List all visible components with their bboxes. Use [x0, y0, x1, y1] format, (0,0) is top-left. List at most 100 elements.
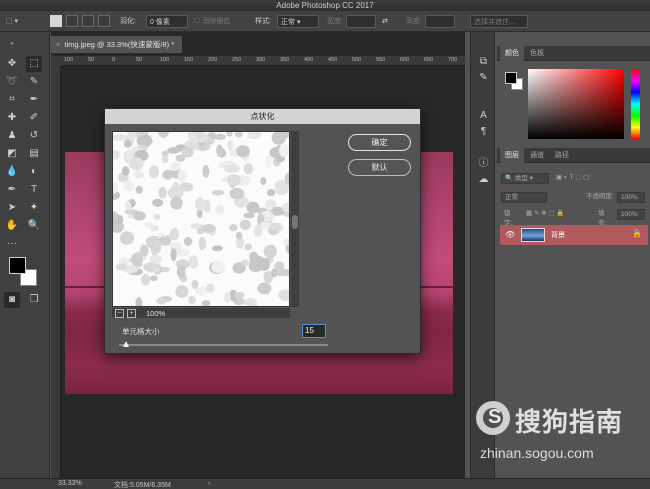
- new-selection-button[interactable]: [50, 15, 62, 27]
- pen-tool-icon[interactable]: ✒: [4, 182, 20, 198]
- zoom-tool-icon[interactable]: 🔍: [26, 218, 42, 234]
- dodge-tool-icon[interactable]: ◐: [26, 164, 42, 180]
- swap-dimensions-icon[interactable]: ⇄: [382, 15, 388, 28]
- document-tab[interactable]: × timg.jpeg @ 33.3%(快速蒙版/8) *: [51, 36, 183, 53]
- more-tools-icon[interactable]: ···: [4, 236, 20, 252]
- ruler-tick: 300: [256, 57, 266, 63]
- status-arrow-icon[interactable]: ›: [208, 480, 210, 487]
- pointillize-cell: [119, 231, 135, 245]
- zoom-readout[interactable]: 33.33%: [58, 480, 82, 487]
- preview-scroll-thumb[interactable]: [292, 215, 298, 229]
- opacity-label: 不透明度:: [586, 193, 614, 200]
- select-and-mask-button[interactable]: 选择并遮住...: [470, 15, 528, 28]
- pointillize-cell: [234, 132, 244, 138]
- feather-input[interactable]: 0 像素: [146, 15, 188, 28]
- pointillize-cell: [138, 138, 153, 145]
- pointillize-cell: [175, 285, 189, 298]
- history-brush-tool-icon[interactable]: ↺: [26, 128, 42, 144]
- pointillize-cell: [177, 169, 187, 183]
- layers-footer-icons[interactable]: [497, 471, 650, 478]
- close-tab-icon[interactable]: ×: [56, 40, 60, 49]
- pointillize-cell: [123, 140, 132, 148]
- tab-layers[interactable]: 图层: [500, 148, 524, 163]
- width-input[interactable]: [346, 15, 376, 28]
- crop-tool-icon[interactable]: ⌗: [4, 92, 20, 108]
- quick-mask-mode-icon[interactable]: ◙: [4, 292, 20, 308]
- cell-size-input[interactable]: 15: [302, 324, 326, 338]
- gradient-tool-icon[interactable]: ▤: [26, 146, 42, 162]
- lasso-tool-icon[interactable]: ➰: [4, 74, 20, 90]
- style-select[interactable]: 正常 ▾: [277, 15, 319, 28]
- character-panel-icon[interactable]: A: [476, 108, 491, 123]
- pointillize-cell: [265, 155, 272, 168]
- pointillize-cell: [129, 157, 144, 171]
- clone-stamp-tool-icon[interactable]: ♟: [4, 128, 20, 144]
- move-tool-icon[interactable]: ✥: [4, 56, 20, 72]
- hue-slider[interactable]: [631, 69, 640, 139]
- ruler-tick: 450: [328, 57, 338, 63]
- fill-input[interactable]: 100%: [617, 209, 645, 220]
- history-panel-icon[interactable]: ⧉: [476, 54, 491, 69]
- paragraph-panel-icon[interactable]: ¶: [476, 124, 491, 139]
- panel-foreground-swatch[interactable]: [505, 72, 517, 84]
- color-field[interactable]: [528, 69, 624, 139]
- blur-tool-icon[interactable]: 💧: [4, 164, 20, 180]
- intersect-selection-button[interactable]: [98, 15, 110, 27]
- add-selection-button[interactable]: [66, 15, 78, 27]
- tab-color[interactable]: 颜色: [500, 46, 524, 61]
- preview-horizontal-scrollbar[interactable]: [112, 308, 290, 318]
- blend-mode-select[interactable]: 正常: [501, 192, 547, 203]
- info-panel-icon[interactable]: ⓘ: [476, 156, 491, 171]
- preview-vertical-scrollbar[interactable]: [291, 131, 299, 307]
- libraries-panel-icon[interactable]: ☁: [476, 172, 491, 187]
- screen-mode-icon[interactable]: ❐: [26, 292, 42, 308]
- pointillize-cell: [139, 244, 149, 257]
- hand-tool-icon[interactable]: ✋: [4, 218, 20, 234]
- ok-button[interactable]: 确定: [348, 134, 411, 151]
- cell-size-slider-knob[interactable]: [123, 341, 129, 347]
- sogou-logo-letter: S: [488, 406, 502, 428]
- ruler-origin[interactable]: [51, 56, 61, 66]
- default-button[interactable]: 默认: [348, 159, 411, 176]
- pointillize-cell: [249, 255, 265, 269]
- brush-tool-icon[interactable]: ✐: [26, 110, 42, 126]
- cell-size-slider[interactable]: [119, 344, 328, 346]
- healing-brush-tool-icon[interactable]: ✚: [4, 110, 20, 126]
- layer-filter-icons[interactable]: ▣ ◐ T ⬚ ▢: [553, 173, 643, 184]
- feather-label: 羽化:: [120, 18, 136, 25]
- marquee-tool-icon[interactable]: ⬚: [26, 56, 42, 72]
- antialias-checkbox[interactable]: ☐ 消除锯齿: [194, 15, 230, 28]
- eyedropper-tool-icon[interactable]: ✒: [26, 92, 42, 108]
- vertical-ruler[interactable]: [51, 66, 61, 478]
- layer-kind-filter[interactable]: 🔍 类型 ▾: [501, 173, 549, 184]
- toolbar-collapse-icon[interactable]: »: [4, 36, 20, 52]
- horizontal-ruler[interactable]: 100 50 0 50 100 150 200 250 300 350 400 …: [61, 56, 465, 66]
- path-selection-tool-icon[interactable]: ➤: [4, 200, 20, 216]
- subtract-selection-button[interactable]: [82, 15, 94, 27]
- eraser-tool-icon[interactable]: ◩: [4, 146, 20, 162]
- custom-shape-tool-icon[interactable]: ✦: [26, 200, 42, 216]
- pointillize-cell: [206, 283, 215, 293]
- height-input[interactable]: [425, 15, 455, 28]
- opacity-input[interactable]: 100%: [617, 192, 645, 203]
- foreground-color-swatch[interactable]: [9, 257, 26, 274]
- properties-panel-icon[interactable]: ✎: [476, 70, 491, 85]
- options-bar: ⬚ ▾ 羽化: 0 像素 ☐ 消除锯齿 样式: 正常 ▾ 宽度: ⇄ 高度: 选…: [0, 11, 650, 32]
- tab-swatches[interactable]: 色板: [525, 46, 549, 61]
- marquee-tool-preset-icon[interactable]: ⬚ ▾: [6, 15, 18, 28]
- quick-selection-tool-icon[interactable]: ✎: [26, 74, 42, 90]
- zoom-out-button[interactable]: −: [115, 309, 124, 318]
- tab-channels[interactable]: 通道: [525, 148, 549, 163]
- pointillize-cell: [229, 224, 238, 232]
- visibility-eye-icon[interactable]: 👁: [505, 230, 515, 239]
- width-label: 宽度:: [327, 18, 343, 25]
- pointillize-cell: [244, 297, 257, 306]
- tab-paths[interactable]: 路径: [550, 148, 574, 163]
- layer-row-background[interactable]: 👁 背景 🔒: [500, 225, 648, 245]
- filter-preview[interactable]: [112, 131, 290, 307]
- lock-icons[interactable]: ▦ ✎ ✥ ⬚ 🔒: [523, 209, 579, 220]
- pointillize-cell: [153, 239, 162, 254]
- ruler-tick: 550: [376, 57, 386, 63]
- type-tool-icon[interactable]: T: [26, 182, 42, 198]
- zoom-in-button[interactable]: +: [127, 309, 136, 318]
